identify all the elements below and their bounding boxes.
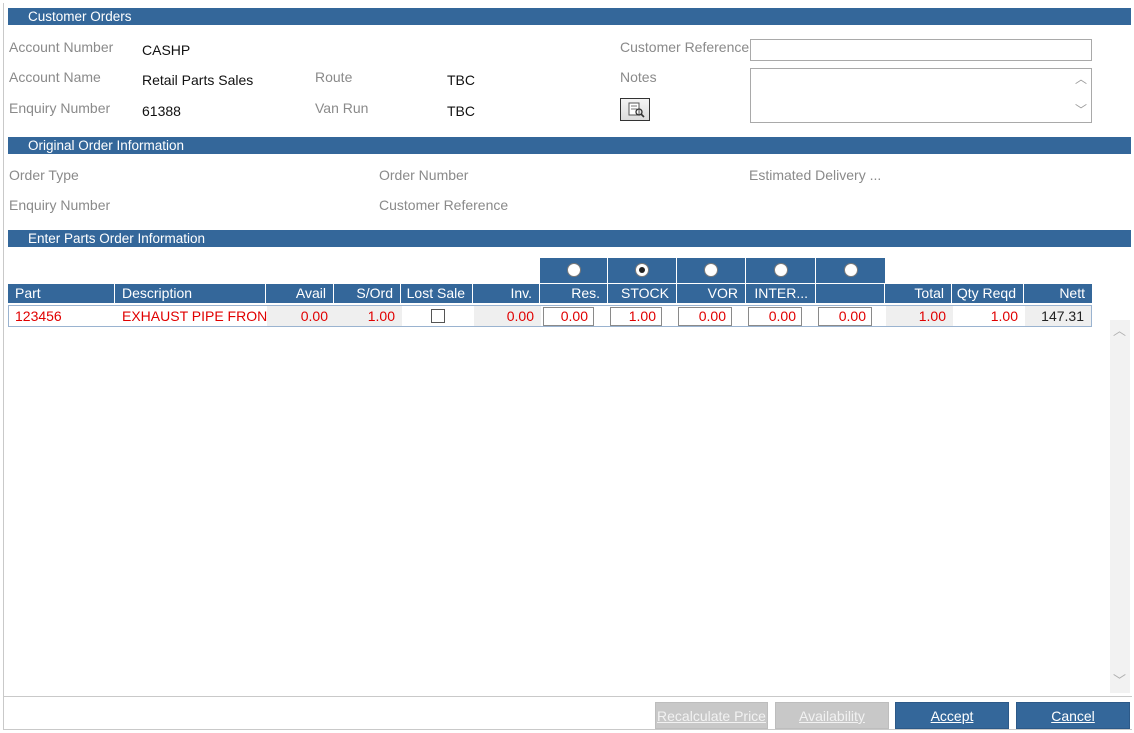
recalculate-price-button[interactable]: Recalculate Price [655, 702, 768, 729]
column-header-total[interactable]: Total [885, 284, 952, 303]
column-header-inter[interactable]: INTER... [746, 284, 816, 303]
availability-label: Availability [799, 708, 865, 724]
route-value: TBC [447, 72, 475, 88]
customer-orders-header: Customer Orders [8, 8, 1131, 25]
column-header-description[interactable]: Description [115, 284, 266, 303]
notes-scrollbar[interactable]: ︿ ﹀ [1071, 69, 1091, 122]
notes-textarea[interactable]: ︿ ﹀ [750, 68, 1092, 123]
column-header-sord[interactable]: S/Ord [334, 284, 401, 303]
enquiry-number-label: Enquiry Number [9, 100, 111, 116]
column-header-vor[interactable]: VOR [677, 284, 746, 303]
stock-input[interactable]: 1.00 [610, 307, 662, 326]
accept-label: Accept [930, 708, 974, 724]
radio-extra-cell [816, 258, 885, 283]
route-label: Route [315, 69, 353, 85]
extra-radio[interactable] [843, 263, 858, 277]
original-customer-reference-label: Customer Reference [379, 197, 509, 213]
recalculate-price-label: Recalculate Price [657, 708, 766, 724]
original-enquiry-number-label: Enquiry Number [9, 197, 111, 213]
table-row[interactable]: 123456 EXHAUST PIPE FRONT 0.00 1.00 0.00… [8, 305, 1092, 327]
footer-divider [4, 696, 1132, 697]
van-run-value: TBC [447, 103, 475, 119]
accept-button[interactable]: Accept [895, 702, 1009, 729]
van-run-label: Van Run [315, 100, 369, 116]
vor-radio[interactable] [704, 263, 718, 277]
grid-scroll-up-icon[interactable]: ︿ [1113, 320, 1126, 339]
row-inv: 0.00 [474, 306, 541, 326]
scroll-up-icon[interactable]: ︿ [1075, 73, 1087, 85]
availability-button[interactable]: Availability [775, 702, 889, 729]
cancel-label: Cancel [1051, 708, 1095, 724]
column-header-qty-reqd[interactable]: Qty Reqd [952, 284, 1024, 303]
column-header-part[interactable]: Part [8, 284, 115, 303]
customer-reference-label: Customer Reference [620, 39, 750, 55]
account-name-label: Account Name [9, 69, 101, 85]
radio-vor-cell [677, 258, 745, 283]
radio-res-cell [540, 258, 607, 283]
account-number-label: Account Number [9, 39, 114, 55]
grid-scroll-down-icon[interactable]: ﹀ [1113, 670, 1126, 689]
inter-input[interactable]: 0.00 [748, 307, 802, 326]
res-input[interactable]: 0.00 [543, 307, 594, 326]
column-header-extra[interactable] [816, 284, 885, 303]
radio-stock-cell [608, 258, 676, 283]
radio-inter-cell [746, 258, 815, 283]
column-header-res[interactable]: Res. [540, 284, 608, 303]
customer-reference-input[interactable] [750, 39, 1092, 61]
order-number-label: Order Number [379, 167, 469, 183]
parts-order-header: Enter Parts Order Information [8, 230, 1131, 247]
estimated-delivery-label: Estimated Delivery ... [749, 167, 882, 183]
row-total: 1.00 [886, 306, 953, 326]
row-nett: 147.31 [1025, 306, 1091, 326]
column-header-avail[interactable]: Avail [266, 284, 334, 303]
row-qty-reqd[interactable]: 1.00 [953, 306, 1025, 326]
inter-radio[interactable] [773, 263, 788, 277]
row-sord: 1.00 [335, 306, 402, 326]
row-lost-sale-cell [402, 306, 474, 326]
extra-input[interactable]: 0.00 [818, 307, 872, 326]
column-header-nett[interactable]: Nett [1024, 284, 1092, 303]
lost-sale-checkbox[interactable] [431, 309, 445, 323]
original-order-header: Original Order Information [8, 137, 1131, 154]
column-header-inv[interactable]: Inv. [473, 284, 540, 303]
row-part[interactable]: 123456 [9, 306, 116, 326]
parts-grid-header: Part Description Avail S/Ord Lost Sale I… [8, 284, 1092, 303]
account-number-value: CASHP [142, 42, 191, 58]
notes-lookup-button[interactable] [620, 98, 650, 121]
notes-label: Notes [620, 69, 657, 85]
notes-lookup-icon [628, 102, 645, 118]
column-header-stock[interactable]: STOCK [608, 284, 677, 303]
row-description[interactable]: EXHAUST PIPE FRONT [116, 306, 267, 326]
cancel-button[interactable]: Cancel [1016, 702, 1130, 729]
row-avail: 0.00 [267, 306, 335, 326]
vor-input[interactable]: 0.00 [678, 307, 732, 326]
grid-scrollbar[interactable]: ︿ ﹀ [1110, 320, 1130, 693]
res-radio[interactable] [566, 263, 581, 277]
enquiry-number-value: 61388 [142, 103, 181, 119]
order-type-label: Order Type [9, 167, 79, 183]
account-name-value: Retail Parts Sales [142, 72, 254, 88]
scroll-down-icon[interactable]: ﹀ [1075, 104, 1087, 116]
stock-radio[interactable] [635, 263, 649, 277]
column-header-lost-sale[interactable]: Lost Sale [401, 284, 473, 303]
